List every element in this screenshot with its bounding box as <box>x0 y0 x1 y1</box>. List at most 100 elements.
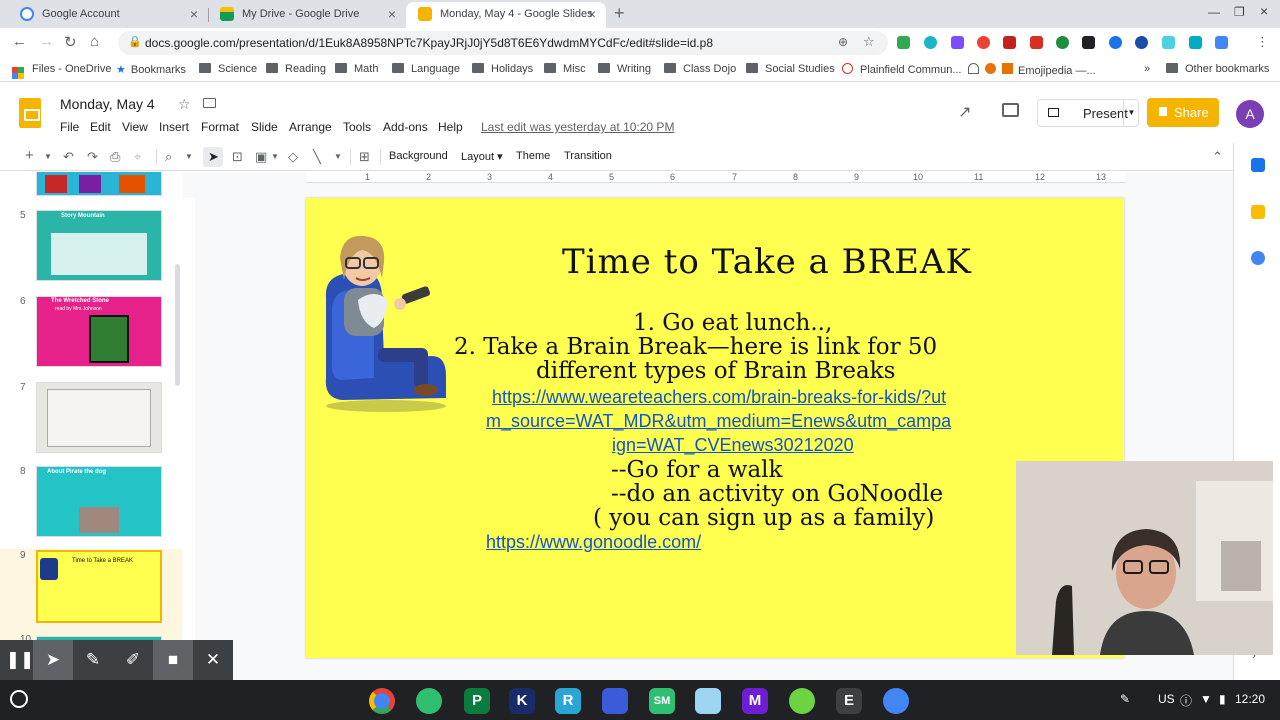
other-bookmarks[interactable]: Other bookmarks <box>1166 63 1269 75</box>
menu-addons[interactable]: Add-ons <box>383 120 428 134</box>
gonoodle-link[interactable]: https://www.gonoodle.com/ <box>486 532 701 553</box>
chrome-app-icon[interactable] <box>369 688 395 714</box>
print-icon[interactable]: ⎙ <box>110 149 120 165</box>
camera-extension-icon[interactable] <box>1082 36 1095 49</box>
wifi-icon[interactable]: ▼ <box>1200 692 1212 706</box>
k-app-icon[interactable]: K <box>509 688 535 714</box>
extension-icon[interactable] <box>1030 36 1043 49</box>
move-folder-icon[interactable] <box>203 98 216 108</box>
pen-icon[interactable]: ✎ <box>73 640 113 680</box>
keep-icon[interactable] <box>1251 205 1265 219</box>
activity-trend-icon[interactable]: ↗ <box>958 102 971 122</box>
comment-icon[interactable] <box>1002 103 1019 117</box>
minimize-icon[interactable]: — <box>1208 5 1220 19</box>
close-tab-icon[interactable]: × <box>190 2 198 26</box>
close-window-icon[interactable]: × <box>1260 3 1268 19</box>
lock-icon[interactable]: 🔒 <box>128 35 142 48</box>
brain-breaks-link-line-3[interactable]: ign=WAT_CVEnews30212020 <box>612 435 854 456</box>
sm-app-icon[interactable]: SM <box>649 688 675 714</box>
calendar-icon[interactable] <box>1251 158 1265 172</box>
menu-slide[interactable]: Slide <box>251 120 278 134</box>
slide-line-family[interactable]: ( you can sign up as a family) <box>593 505 934 531</box>
site-settings-icon[interactable]: ⊕ <box>838 35 848 49</box>
slide-thumbnail-9[interactable]: Time to Take a BREAK <box>36 550 162 623</box>
stylus-icon[interactable]: ✎ <box>1120 692 1130 706</box>
bookmark-item[interactable]: Files - OneDrive <box>12 63 111 75</box>
green-app-icon[interactable] <box>416 688 442 714</box>
theme-button[interactable]: Theme <box>516 150 550 162</box>
bookmark-folder[interactable]: Reading <box>266 63 326 75</box>
zoom-dropdown-icon[interactable]: ▼ <box>185 152 193 161</box>
slide-thumbnail-5[interactable]: Story Mountain <box>36 210 162 281</box>
slide-thumbnail-7[interactable] <box>36 382 162 453</box>
r-app-icon[interactable]: R <box>555 688 581 714</box>
bookmark-folder[interactable]: Misc <box>544 63 586 75</box>
slide-line-2[interactable]: 2. Take a Brain Break—here is link for 5… <box>454 334 937 360</box>
menu-format[interactable]: Format <box>201 120 239 134</box>
new-slide-dropdown-icon[interactable]: ▼ <box>44 152 52 161</box>
extension-icon[interactable] <box>1215 36 1228 49</box>
brain-breaks-link-line-1[interactable]: https://www.weareteachers.com/brain-brea… <box>492 387 946 408</box>
slide-thumbnail-8[interactable]: About Pirate the dog <box>36 466 162 537</box>
home-icon[interactable]: ⌂ <box>90 33 99 50</box>
bookmark-folder[interactable]: Holidays <box>472 63 533 75</box>
slide-thumbnail-4[interactable] <box>36 172 162 196</box>
browser-menu-icon[interactable]: ⋮ <box>1256 34 1269 50</box>
clock[interactable]: 12:20 <box>1235 692 1265 706</box>
locale-indicator[interactable]: US <box>1158 692 1175 706</box>
leaf-app-icon[interactable] <box>789 688 815 714</box>
launcher-icon[interactable] <box>10 690 28 708</box>
slide-line-3[interactable]: different types of Brain Breaks <box>536 358 895 384</box>
omnibox[interactable]: 🔒 docs.google.com/presentation/d/1Euk8A8… <box>118 31 888 55</box>
present-button[interactable]: Present ▼ <box>1037 99 1139 127</box>
line-icon[interactable]: ╲ <box>313 149 321 165</box>
extension-icon[interactable] <box>1135 36 1148 49</box>
p-app-icon[interactable]: P <box>464 688 490 714</box>
extension-icon[interactable] <box>1162 36 1175 49</box>
redo-icon[interactable]: ↷ <box>87 149 98 165</box>
more-bookmarks-button[interactable]: » <box>1144 63 1150 75</box>
bookmark-folder[interactable]: Language <box>392 63 460 75</box>
tab-google-account[interactable]: Google Account × <box>8 2 208 28</box>
close-tab-icon[interactable]: × <box>588 2 596 26</box>
image-icon[interactable]: ▣ <box>255 149 267 165</box>
extension-icon[interactable] <box>1056 36 1069 49</box>
bookmark-folder[interactable]: Science <box>199 63 257 75</box>
menu-insert[interactable]: Insert <box>159 120 189 134</box>
reload-icon[interactable]: ↻ <box>64 33 77 51</box>
present-dropdown-icon[interactable]: ▼ <box>1123 100 1139 126</box>
forward-icon[interactable]: → <box>39 33 54 50</box>
undo-icon[interactable]: ↶ <box>63 149 74 165</box>
tasks-icon[interactable] <box>1251 251 1265 265</box>
m-app-icon[interactable]: M <box>742 688 768 714</box>
new-slide-icon[interactable]: + <box>25 147 34 164</box>
filmstrip-scrollbar[interactable] <box>175 264 180 386</box>
url-text[interactable]: docs.google.com/presentation/d/1Euk8A895… <box>145 36 713 50</box>
e-app-icon[interactable]: E <box>836 688 862 714</box>
menu-edit[interactable]: Edit <box>90 120 111 134</box>
menu-arrange[interactable]: Arrange <box>289 120 332 134</box>
bookmark-folder[interactable]: Class Dojo <box>664 63 736 75</box>
files-app-icon[interactable] <box>883 688 909 714</box>
menu-view[interactable]: View <box>122 120 148 134</box>
camera-icon[interactable]: ■ <box>153 640 193 680</box>
extension-icon[interactable] <box>951 36 964 49</box>
tab-my-drive[interactable]: My Drive - Google Drive × <box>208 2 406 28</box>
extension-icon[interactable] <box>924 36 937 49</box>
transition-button[interactable]: Transition <box>564 150 612 162</box>
image-dropdown-icon[interactable]: ▼ <box>271 152 279 161</box>
bookmark-star-icon[interactable]: ☆ <box>863 34 875 50</box>
slide-line-walk[interactable]: --Go for a walk <box>611 457 782 483</box>
extension-icon[interactable] <box>1189 36 1202 49</box>
bookmark-folder[interactable]: Writing <box>598 63 651 75</box>
tab-google-slides[interactable]: Monday, May 4 - Google Slides × <box>406 2 606 28</box>
shape-icon[interactable]: ◇ <box>288 149 298 165</box>
grid-app-icon[interactable] <box>602 688 628 714</box>
slide-line-gonoodle[interactable]: --do an activity on GoNoodle <box>611 481 943 507</box>
slide[interactable]: Time to Take a BREAK 1. Go eat lunch.., … <box>306 198 1124 658</box>
extension-icon[interactable] <box>1109 36 1122 49</box>
extension-icon[interactable] <box>1003 36 1016 49</box>
extension-icon[interactable] <box>897 36 910 49</box>
bookmark-folder[interactable]: Math <box>335 63 378 75</box>
maximize-icon[interactable]: ❐ <box>1234 5 1245 19</box>
